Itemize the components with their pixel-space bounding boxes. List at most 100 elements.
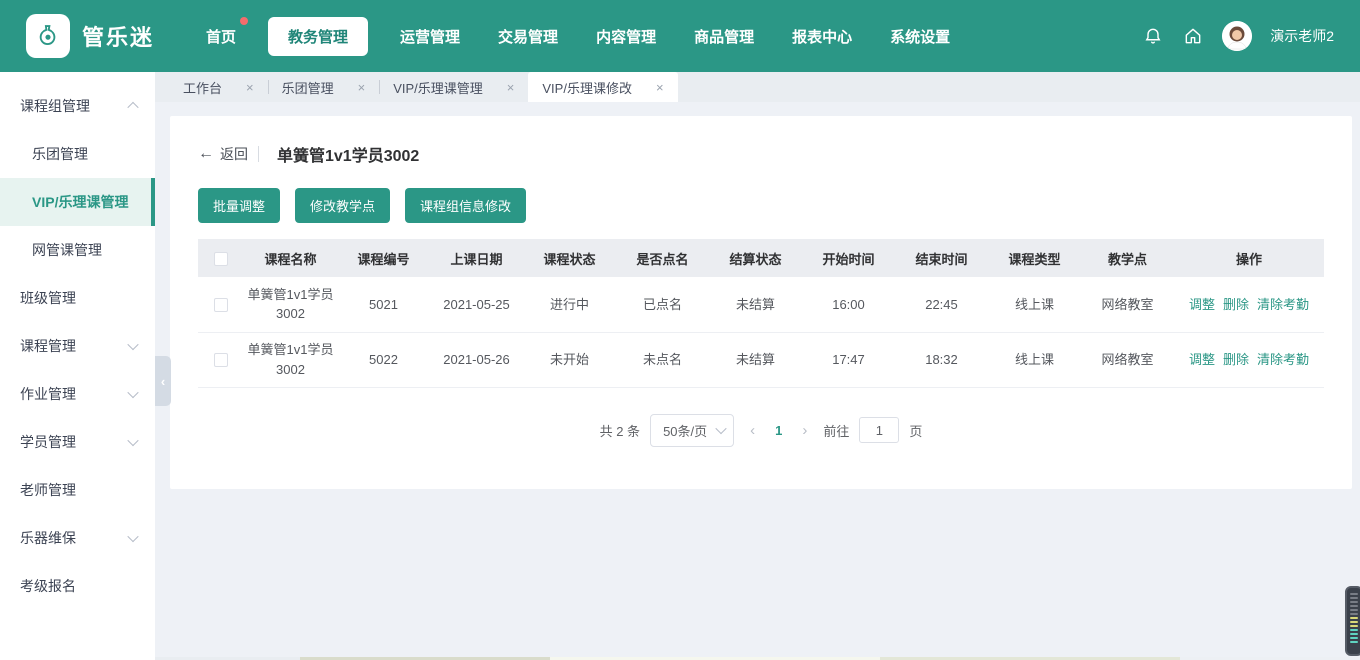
cell-course-name: 单簧管1v1学员3002: [244, 332, 337, 387]
home-icon[interactable]: [1182, 25, 1204, 47]
sidebar-item-label: 课程管理: [20, 336, 76, 356]
user-name[interactable]: 演示老师2: [1270, 26, 1334, 46]
top-header: 管乐迷 首页 教务管理 运营管理 交易管理 内容管理 商品管理 报表中心 系统设…: [0, 0, 1360, 72]
edit-course-group-info-button[interactable]: 课程组信息修改: [405, 188, 526, 223]
cell-course-status: 进行中: [523, 277, 616, 332]
cell-course-id: 5021: [337, 277, 430, 332]
tab-label: 乐团管理: [282, 78, 334, 97]
col-settlement: 结算状态: [709, 239, 802, 277]
col-rollcall: 是否点名: [616, 239, 709, 277]
cell-course-type: 线上课: [988, 332, 1081, 387]
back-label: 返回: [220, 144, 248, 164]
back-arrow-icon: ←: [198, 145, 214, 163]
adjust-link[interactable]: 调整: [1189, 352, 1215, 367]
nav-label: 教务管理: [288, 29, 348, 46]
sidebar-item-label: 乐团管理: [32, 144, 88, 164]
page-size-value: 50条/页: [663, 421, 707, 440]
sidebar-item-homework-mgmt[interactable]: 作业管理: [0, 370, 155, 418]
sidebar-item-class-mgmt[interactable]: 班级管理: [0, 274, 155, 322]
close-icon[interactable]: ×: [656, 80, 664, 95]
close-icon[interactable]: ×: [358, 80, 366, 95]
bell-icon[interactable]: [1142, 25, 1164, 47]
cell-start-time: 16:00: [802, 277, 895, 332]
delete-link[interactable]: 删除: [1223, 297, 1249, 312]
sidebar: 课程组管理 乐团管理 VIP/乐理课管理 网管课管理 班级管理 课程管理 作业管…: [0, 72, 155, 660]
clear-attendance-link[interactable]: 清除考勤: [1257, 352, 1309, 367]
chevron-up-icon: [127, 102, 138, 113]
goto-page-input[interactable]: [859, 417, 899, 443]
tab-vip-course-mgmt[interactable]: VIP/乐理课管理 ×: [379, 72, 528, 102]
chevron-down-icon: [127, 435, 138, 446]
open-tabs-bar: 工作台 × 乐团管理 × VIP/乐理课管理 × VIP/乐理课修改 ×: [155, 72, 1360, 102]
sidebar-item-label: 班级管理: [20, 288, 76, 308]
sidebar-item-student-mgmt[interactable]: 学员管理: [0, 418, 155, 466]
back-button[interactable]: ← 返回: [198, 144, 248, 164]
tab-label: 工作台: [183, 78, 222, 97]
cell-end-time: 22:45: [895, 277, 988, 332]
table-header-row: 课程名称 课程编号 上课日期 课程状态 是否点名 结算状态 开始时间 结束时间 …: [198, 239, 1324, 277]
tab-label: VIP/乐理课修改: [542, 78, 632, 97]
close-icon[interactable]: ×: [507, 80, 515, 95]
header-right: 演示老师2: [1142, 21, 1334, 51]
sidebar-item-label: 考级报名: [20, 576, 76, 596]
change-teaching-site-button[interactable]: 修改教学点: [295, 188, 390, 223]
current-page[interactable]: 1: [771, 423, 786, 438]
sidebar-item-vip-course[interactable]: VIP/乐理课管理: [0, 178, 155, 226]
cell-rollcall: 已点名: [616, 277, 709, 332]
clear-attendance-link[interactable]: 清除考勤: [1257, 297, 1309, 312]
prev-page-button[interactable]: ‹: [744, 422, 761, 439]
sidebar-item-exam-registration[interactable]: 考级报名: [0, 562, 155, 610]
table-row: 单簧管1v1学员3002 5022 2021-05-26 未开始 未点名 未结算…: [198, 332, 1324, 387]
nav-item-reports[interactable]: 报表中心: [786, 17, 858, 56]
nav-label: 交易管理: [498, 29, 558, 46]
nav-item-content[interactable]: 内容管理: [590, 17, 662, 56]
page-size-select[interactable]: 50条/页: [650, 414, 734, 447]
col-start-time: 开始时间: [802, 239, 895, 277]
sidebar-item-label: 网管课管理: [32, 240, 102, 260]
chevron-down-icon: [127, 387, 138, 398]
user-avatar[interactable]: [1222, 21, 1252, 51]
batch-adjust-button[interactable]: 批量调整: [198, 188, 280, 223]
sidebar-item-course-group[interactable]: 课程组管理: [0, 82, 155, 130]
sidebar-item-instrument-maintenance[interactable]: 乐器维保: [0, 514, 155, 562]
nav-item-academic[interactable]: 教务管理: [268, 17, 368, 56]
tab-orchestra-mgmt[interactable]: 乐团管理 ×: [268, 72, 380, 102]
col-teaching-site: 教学点: [1081, 239, 1174, 277]
nav-label: 商品管理: [694, 29, 754, 46]
nav-item-settings[interactable]: 系统设置: [884, 17, 956, 56]
sidebar-item-online-admin-course[interactable]: 网管课管理: [0, 226, 155, 274]
row-checkbox[interactable]: [214, 353, 228, 367]
nav-label: 内容管理: [596, 29, 656, 46]
sidebar-collapse-handle[interactable]: ‹: [155, 356, 171, 406]
nav-item-transactions[interactable]: 交易管理: [492, 17, 564, 56]
nav-item-home[interactable]: 首页: [200, 17, 242, 56]
row-checkbox[interactable]: [214, 298, 228, 312]
nav-item-products[interactable]: 商品管理: [688, 17, 760, 56]
select-all-checkbox[interactable]: [214, 252, 228, 266]
nav-label: 首页: [206, 29, 236, 46]
sidebar-item-label: 课程组管理: [20, 96, 90, 116]
cell-class-date: 2021-05-26: [430, 332, 523, 387]
total-count: 共 2 条: [600, 421, 640, 440]
cell-course-name: 单簧管1v1学员3002: [244, 277, 337, 332]
chevron-down-icon: [715, 423, 726, 434]
top-nav: 首页 教务管理 运营管理 交易管理 内容管理 商品管理 报表中心 系统设置: [200, 17, 956, 56]
sidebar-item-orchestra[interactable]: 乐团管理: [0, 130, 155, 178]
sidebar-item-teacher-mgmt[interactable]: 老师管理: [0, 466, 155, 514]
notification-dot: [240, 17, 248, 25]
close-icon[interactable]: ×: [246, 80, 254, 95]
col-class-date: 上课日期: [430, 239, 523, 277]
delete-link[interactable]: 删除: [1223, 352, 1249, 367]
next-page-button[interactable]: ›: [796, 422, 813, 439]
main-card: ← 返回 单簧管1v1学员3002 批量调整 修改教学点 课程组信息修改 课程名…: [170, 116, 1352, 489]
tab-workbench[interactable]: 工作台 ×: [169, 72, 268, 102]
tab-label: VIP/乐理课管理: [393, 78, 483, 97]
col-course-name: 课程名称: [244, 239, 337, 277]
nav-item-operations[interactable]: 运营管理: [394, 17, 466, 56]
col-course-type: 课程类型: [988, 239, 1081, 277]
divider: [258, 146, 259, 162]
sidebar-item-course-mgmt[interactable]: 课程管理: [0, 322, 155, 370]
adjust-link[interactable]: 调整: [1189, 297, 1215, 312]
action-button-row: 批量调整 修改教学点 课程组信息修改: [198, 188, 1324, 223]
tab-vip-course-edit[interactable]: VIP/乐理课修改 ×: [528, 72, 677, 102]
